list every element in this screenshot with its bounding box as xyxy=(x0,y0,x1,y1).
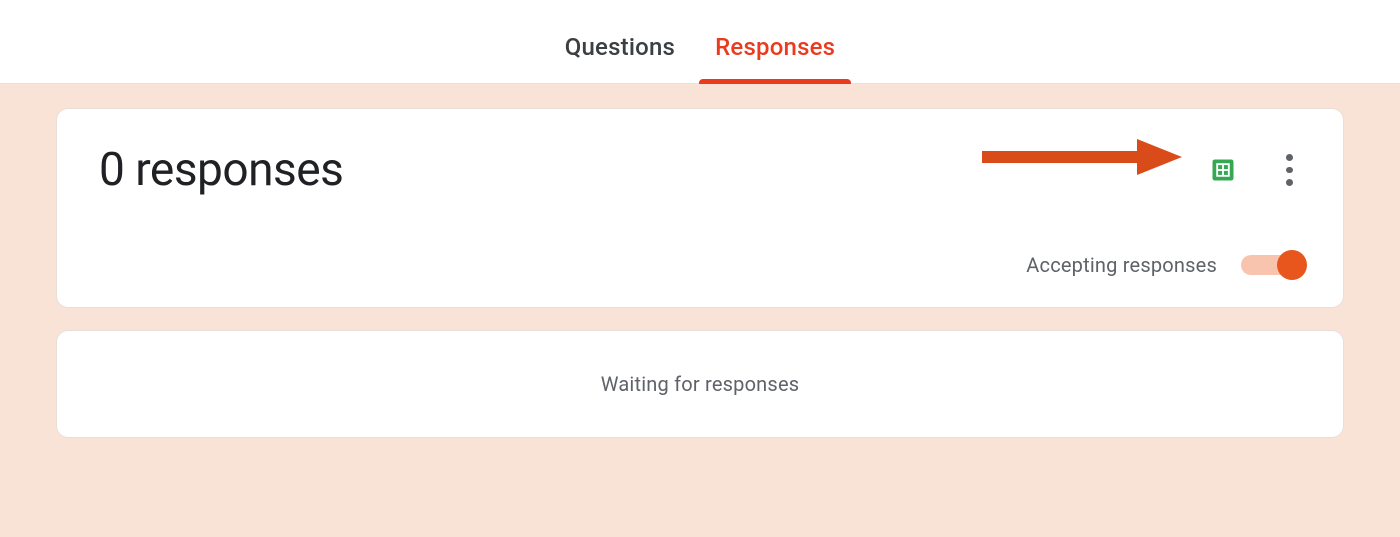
waiting-card: Waiting for responses xyxy=(56,330,1344,438)
content-area: 0 responses Accepting respo xyxy=(0,84,1400,537)
google-sheets-icon xyxy=(1209,156,1237,184)
tabs-bar: Questions Responses xyxy=(0,0,1400,84)
create-spreadsheet-button[interactable] xyxy=(1207,154,1239,186)
more-options-button[interactable] xyxy=(1273,154,1305,186)
toggle-knob-icon xyxy=(1277,250,1307,280)
responses-summary-card: 0 responses Accepting respo xyxy=(56,108,1344,308)
summary-actions xyxy=(1207,154,1301,186)
accepting-responses-label: Accepting responses xyxy=(1026,253,1217,277)
summary-top-row: 0 responses xyxy=(99,143,1301,197)
accepting-responses-row: Accepting responses xyxy=(99,253,1301,277)
kebab-dot-icon xyxy=(1286,154,1293,161)
tab-questions[interactable]: Questions xyxy=(545,15,695,83)
tab-responses[interactable]: Responses xyxy=(695,15,855,83)
accepting-responses-toggle[interactable] xyxy=(1241,255,1301,275)
waiting-message: Waiting for responses xyxy=(601,372,800,396)
responses-count-title: 0 responses xyxy=(99,143,343,197)
kebab-dot-icon xyxy=(1286,179,1293,186)
kebab-dot-icon xyxy=(1286,167,1293,174)
